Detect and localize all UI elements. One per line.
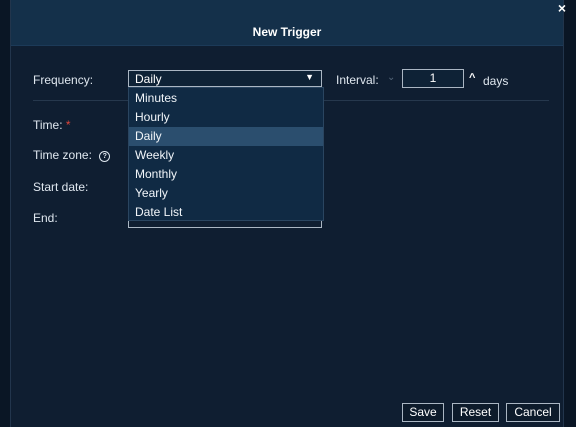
reset-button[interactable]: Reset	[452, 403, 499, 422]
frequency-option[interactable]: Daily	[129, 127, 323, 146]
left-edge	[0, 0, 10, 427]
frequency-option[interactable]: Weekly	[129, 146, 323, 165]
frequency-label: Frequency:	[33, 73, 94, 87]
frequency-value: Daily	[135, 72, 162, 86]
save-button[interactable]: Save	[402, 403, 444, 422]
caret-down-icon: ▼	[305, 72, 314, 82]
frequency-option[interactable]: Hourly	[129, 108, 323, 127]
frequency-select[interactable]: Daily ▼	[128, 70, 322, 87]
frequency-dropdown-menu: Minutes Hourly Daily Weekly Monthly Yearly Dat…	[128, 87, 324, 221]
dialog-titlebar: New Trigger ×	[11, 0, 566, 46]
frequency-option[interactable]: Date List	[129, 203, 323, 222]
dialog-title: New Trigger	[252, 25, 322, 39]
time-label-text: Time:	[33, 118, 63, 132]
frequency-option[interactable]: Minutes	[129, 89, 323, 108]
right-edge	[562, 0, 576, 427]
help-circle-icon[interactable]: ?	[99, 151, 111, 162]
chevron-up-icon[interactable]: ^	[469, 72, 475, 84]
chevron-down-icon[interactable]: ⌄	[387, 72, 397, 83]
frequency-option[interactable]: Yearly	[129, 184, 323, 203]
required-marker: *	[65, 118, 71, 132]
timezone-label-text: Time zone:	[33, 148, 92, 162]
end-label: End:	[33, 211, 58, 225]
close-icon[interactable]: ×	[555, 1, 569, 15]
interval-unit: days	[483, 74, 509, 88]
startdate-label: Start date:	[33, 180, 89, 194]
interval-input[interactable]: 1	[402, 69, 464, 88]
time-label: Time: *	[33, 118, 71, 132]
new-trigger-dialog: New Trigger × Frequency: Daily ▼ Interva…	[10, 0, 566, 427]
cancel-button[interactable]: Cancel	[506, 403, 560, 422]
interval-label: Interval:	[336, 73, 379, 87]
timezone-label: Time zone: ?	[33, 148, 111, 162]
frequency-option[interactable]: Monthly	[129, 165, 323, 184]
